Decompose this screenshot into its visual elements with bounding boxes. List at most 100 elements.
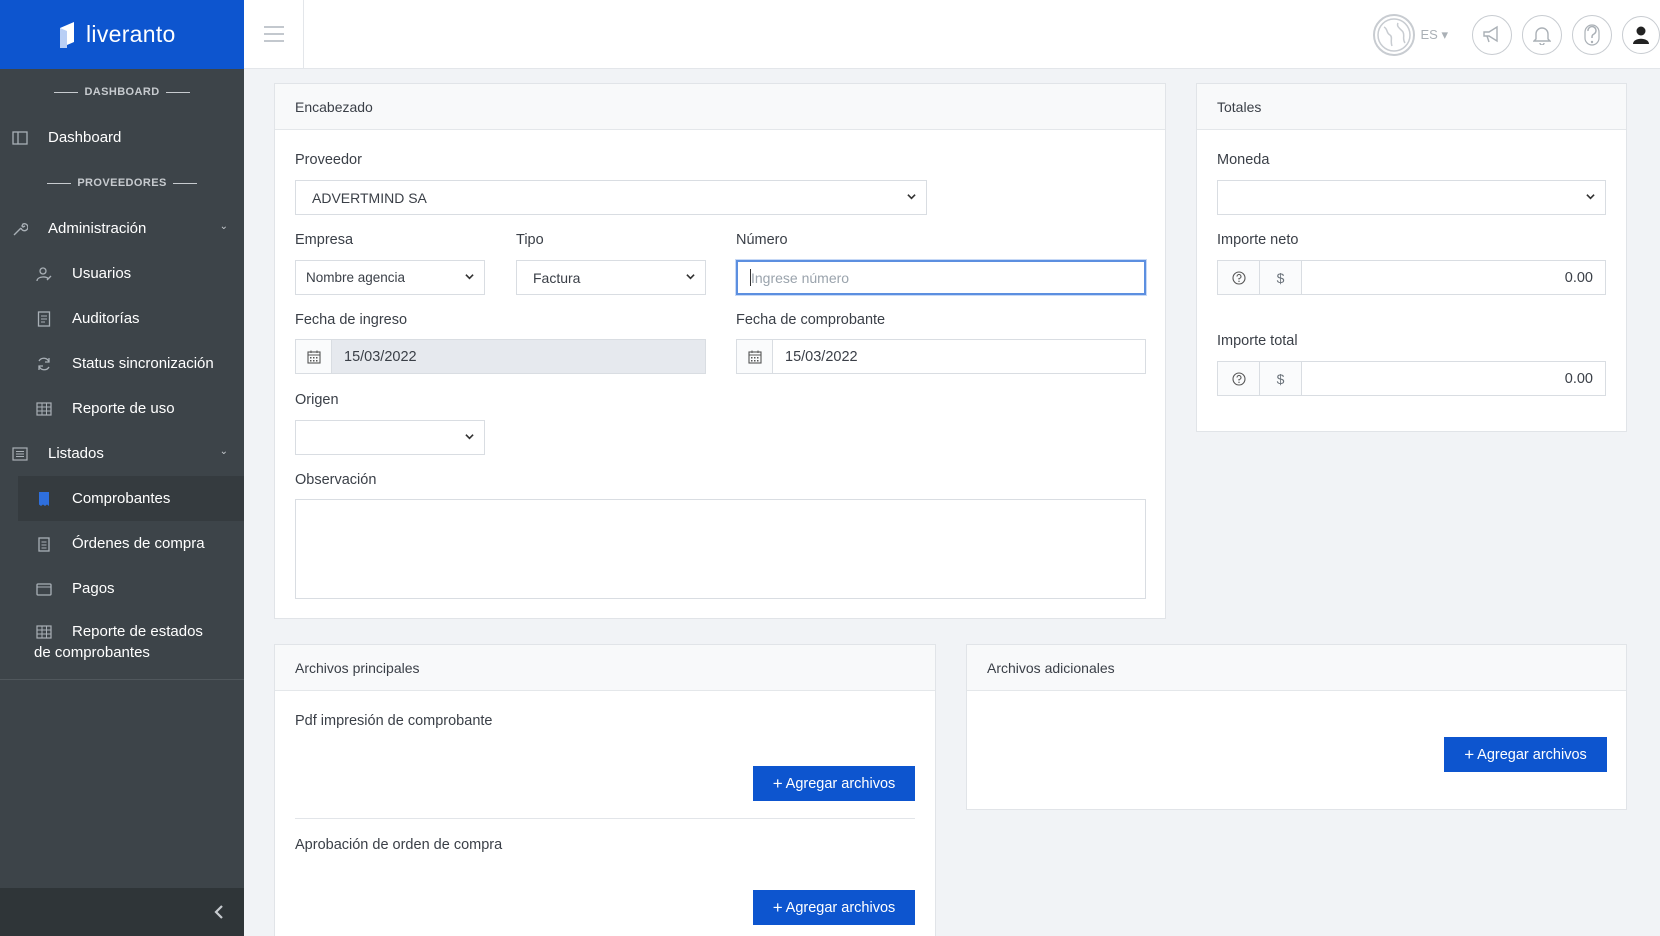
table-icon [36,401,52,417]
observacion-label: Observación [295,472,377,488]
add-files-button[interactable]: + Agregar archivos [753,766,915,801]
menu-toggle-icon[interactable] [264,26,284,42]
chevron-down-icon [465,434,474,440]
calendar-icon[interactable] [737,340,773,373]
add-files-button[interactable]: + Agregar archivos [1444,737,1607,772]
chevron-down-icon: ⌄ [219,446,228,457]
totales-card: Totales Moneda Importe neto $ 0.00 Impor… [1196,83,1627,432]
tipo-label: Tipo [516,232,544,248]
topbar: ES ▾ [244,0,1660,69]
section-title-dashboard: DASHBOARD [0,69,244,115]
sidebar-item-administracion[interactable]: Administración ⌄ [0,206,244,251]
brand-logo-icon [60,21,74,48]
sync-icon [36,356,52,372]
encabezado-card: Encabezado Proveedor ADVERTMIND SA Empre… [274,83,1166,619]
sidebar-item-label: Reporte de estados de comprobantes [34,623,203,661]
calendar-icon [296,340,332,373]
fecha-comprobante-field[interactable]: 15/03/2022 [736,339,1146,374]
empresa-select[interactable]: Nombre agencia [295,260,485,295]
sidebar-item-auditorias[interactable]: Auditorías [0,296,244,341]
chevron-down-icon [686,274,695,280]
importe-total-label: Importe total [1217,333,1298,349]
sidebar-item-label: Reporte de uso [72,400,175,417]
topbar-actions: ES ▾ [1372,14,1660,56]
sidebar-item-listados[interactable]: Listados ⌄ [0,431,244,476]
section-title-proveedores: PROVEEDORES [0,160,244,206]
importe-total-field[interactable]: $ 0.00 [1217,361,1606,396]
help-icon[interactable] [1572,15,1612,55]
list-icon [12,446,28,462]
bell-icon[interactable] [1522,15,1562,55]
sidebar-item-pagos[interactable]: Pagos [0,566,244,611]
aprobacion-label: Aprobación de orden de compra [295,837,503,853]
sidebar-item-reporte-uso[interactable]: Reporte de uso [0,386,244,431]
plus-icon: + [772,897,783,917]
tipo-select[interactable]: Factura [516,260,706,295]
sidebar: liveranto DASHBOARD Dashboard PROVEEDORE… [0,0,244,936]
user-avatar-icon[interactable] [1622,16,1660,54]
document-icon [36,310,52,327]
wrench-icon [12,221,28,237]
chevron-down-icon [907,194,916,200]
numero-label: Número [736,232,788,248]
brand-name: liveranto [86,21,176,47]
sidebar-collapse-button[interactable] [0,888,244,936]
chevron-down-icon: ⌄ [219,221,228,232]
globe-icon[interactable] [1372,14,1415,56]
plus-icon: + [1464,744,1475,764]
megaphone-icon[interactable] [1472,15,1512,55]
archivos-principales-card: Archivos principales Pdf impresión de co… [274,644,936,936]
chevron-down-icon [465,274,474,280]
sidebar-item-ordenes[interactable]: Órdenes de compra [0,521,244,566]
card-title: Archivos adicionales [967,645,1626,691]
card-title: Encabezado [275,84,1165,130]
brand-header[interactable]: liveranto [0,0,244,69]
sidebar-item-label: Administración [48,220,147,237]
importe-neto-value: 0.00 [1564,269,1593,286]
help-circle-icon[interactable] [1218,362,1260,395]
importe-neto-label: Importe neto [1217,232,1299,248]
numero-input[interactable]: Ingrese número [736,260,1146,295]
card-title: Totales [1197,84,1626,130]
chevron-left-icon [214,905,223,919]
sidebar-item-label: Status sincronización [72,355,214,372]
add-files-button[interactable]: + Agregar archivos [753,890,915,925]
importe-neto-field[interactable]: $ 0.00 [1217,260,1606,295]
currency-symbol: $ [1260,261,1302,294]
fecha-ingreso-label: Fecha de ingreso [295,312,408,328]
card-title: Archivos principales [275,645,935,691]
archivos-adicionales-card: Archivos adicionales + Agregar archivos [966,644,1627,810]
sidebar-divider [0,679,244,680]
sidebar-item-label: Pagos [72,580,115,597]
observacion-textarea[interactable] [295,499,1146,599]
origen-select[interactable] [295,420,485,455]
sidebar-item-comprobantes[interactable]: Comprobantes [18,476,244,521]
wallet-icon [36,581,52,597]
sidebar-item-status[interactable]: Status sincronización [0,341,244,386]
sidebar-item-label: Órdenes de compra [72,535,205,552]
proveedor-label: Proveedor [295,152,362,168]
currency-symbol: $ [1260,362,1302,395]
sidebar-item-dashboard[interactable]: Dashboard [0,115,244,160]
importe-total-value: 0.00 [1564,370,1593,387]
origen-label: Origen [295,392,339,408]
help-circle-icon[interactable] [1218,261,1260,294]
sidebar-item-reporte-estados[interactable]: Reporte de estados de comprobantes [0,611,244,671]
fecha-ingreso-value: 15/03/2022 [332,340,705,373]
sidebar-item-label: Listados [48,445,104,462]
user-edit-icon [36,266,52,282]
receipt-icon [36,491,52,507]
sidebar-item-label: Comprobantes [72,490,171,507]
fecha-ingreso-field: 15/03/2022 [295,339,706,374]
moneda-select[interactable] [1217,180,1606,215]
proveedor-select[interactable]: ADVERTMIND SA [295,180,927,215]
columns-icon [12,130,28,146]
moneda-label: Moneda [1217,152,1270,168]
language-selector[interactable]: ES ▾ [1421,27,1448,43]
plus-icon: + [772,773,783,793]
clipboard-icon [36,536,52,552]
topbar-divider [303,0,304,69]
divider [295,818,915,819]
sidebar-item-label: Auditorías [72,310,140,327]
sidebar-item-usuarios[interactable]: Usuarios [0,251,244,296]
